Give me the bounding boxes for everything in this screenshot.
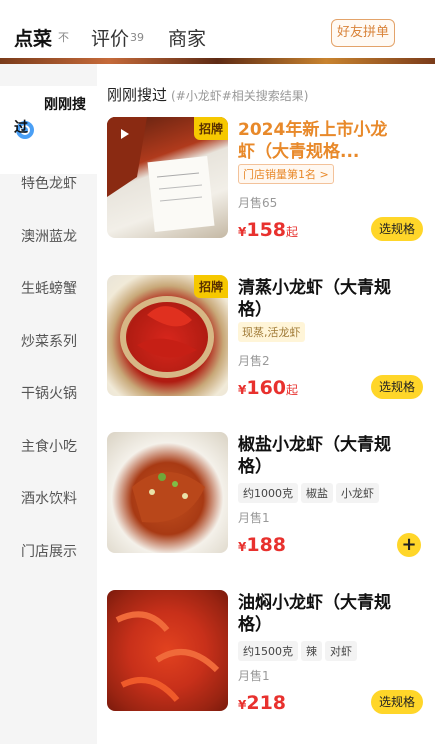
monthly-sales: 月售65	[238, 196, 278, 210]
top-bar: 点菜 不 评价 39 商家 好友拼单	[0, 0, 435, 64]
section-header: 刚刚搜过 (#小龙虾#相关搜索结果)	[107, 84, 309, 105]
list-item[interactable]: 油焖小龙虾（大青规格） 约1500克辣对虾 月售1 ¥218 选规格	[107, 590, 427, 738]
dish-tag: 约1500克	[238, 641, 298, 661]
dish-price: ¥160起	[238, 377, 299, 399]
dish-price: ¥158起	[238, 219, 299, 241]
tab-order[interactable]: 点菜	[14, 24, 52, 51]
dish-tagline: 现蒸,活龙虾	[238, 322, 305, 342]
signature-badge: 招牌	[193, 117, 228, 140]
select-spec-button[interactable]: 选规格	[371, 690, 423, 714]
dish-name[interactable]: 清蒸小龙虾（大青规格）	[238, 277, 403, 321]
sidebar-item-hotpot[interactable]: 干锅火锅	[0, 383, 97, 403]
dish-tag: 小龙虾	[336, 483, 379, 503]
sidebar-item-stir-fry[interactable]: 炒菜系列	[0, 331, 97, 351]
dish-tag: 椒盐	[301, 483, 333, 503]
dish-name[interactable]: 椒盐小龙虾（大青规格）	[238, 434, 403, 478]
category-sidebar: 刚刚搜过 特色龙虾 澳洲蓝龙 生蚝螃蟹 炒菜系列 干锅火锅 主食小吃 酒水饮料 …	[0, 64, 97, 744]
dish-image[interactable]: 招牌	[107, 117, 228, 238]
group-order-button[interactable]: 好友拼单	[331, 19, 395, 47]
sidebar-item-crayfish[interactable]: 特色龙虾	[0, 173, 97, 193]
list-item[interactable]: 招牌 清蒸小龙虾（大青规格） 现蒸,活龙虾 月售2 ¥160起 选规格	[107, 275, 427, 423]
select-spec-button[interactable]: 选规格	[371, 375, 423, 399]
dish-name[interactable]: 2024年新上市小龙虾（大青规格...	[238, 119, 403, 163]
dish-price: ¥218	[238, 692, 287, 714]
monthly-sales: 月售2	[238, 354, 270, 368]
dish-tag: 辣	[301, 641, 322, 661]
tab-merchant[interactable]: 商家	[168, 24, 206, 51]
sales-rank-link[interactable]: 门店销量第1名 >	[238, 164, 334, 184]
dish-photo-icon	[115, 611, 220, 702]
dish-tag: 约1000克	[238, 483, 298, 503]
monthly-sales: 月售1	[238, 511, 270, 525]
dish-image[interactable]: 招牌	[107, 275, 228, 396]
dish-tags: 约1000克 椒盐 小龙虾	[238, 482, 382, 503]
sidebar-item-drinks[interactable]: 酒水饮料	[0, 488, 97, 508]
sidebar-item-label: 刚刚搜过	[14, 97, 86, 136]
dish-photo-icon	[132, 472, 205, 523]
tab-order-badge: 不	[58, 31, 69, 44]
select-spec-button[interactable]: 选规格	[371, 217, 423, 241]
dish-image[interactable]	[107, 590, 228, 711]
dish-image[interactable]	[107, 432, 228, 553]
dish-tag: 对虾	[325, 641, 357, 661]
section-subtitle: (#小龙虾#相关搜索结果)	[171, 89, 309, 103]
dish-name[interactable]: 油焖小龙虾（大青规格）	[238, 592, 403, 636]
section-title: 刚刚搜过	[107, 86, 168, 104]
tab-reviews[interactable]: 评价	[91, 24, 129, 51]
signature-badge: 招牌	[193, 275, 228, 298]
sidebar-item-recent[interactable]: 刚刚搜过	[0, 86, 97, 174]
dish-tags: 约1500克辣对虾	[238, 640, 360, 661]
sidebar-item-lobster[interactable]: 澳洲蓝龙	[0, 226, 97, 246]
add-to-cart-button[interactable]: +	[397, 533, 421, 557]
sidebar-item-store[interactable]: 门店展示	[0, 541, 97, 561]
list-item[interactable]: 椒盐小龙虾（大青规格） 约1000克 椒盐 小龙虾 月售1 ¥188 +	[107, 432, 427, 580]
list-item[interactable]: 招牌 2024年新上市小龙虾（大青规格... 门店销量第1名 > 月售65 ¥1…	[107, 117, 427, 265]
dish-list: 刚刚搜过 (#小龙虾#相关搜索结果) 招牌 2024年新上市小龙虾（大青规格...…	[97, 64, 435, 744]
dish-price: ¥188	[238, 534, 287, 556]
monthly-sales: 月售1	[238, 669, 270, 683]
tab-reviews-count: 39	[130, 31, 144, 44]
sidebar-item-staples[interactable]: 主食小吃	[0, 436, 97, 456]
sidebar-item-oyster-crab[interactable]: 生蚝螃蟹	[0, 278, 97, 298]
